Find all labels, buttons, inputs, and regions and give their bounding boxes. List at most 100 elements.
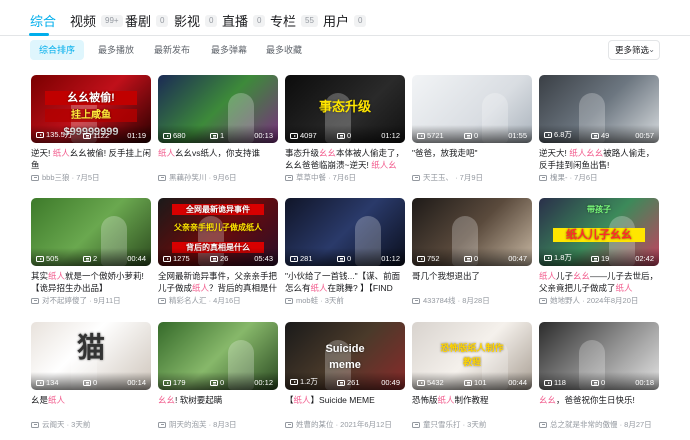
video-thumbnail[interactable]: 5721 0 01:55 [412,75,532,143]
video-thumbnail[interactable]: 118 0 00:18 [539,322,659,390]
tab-label: 用户 [323,14,350,29]
title-text: 恐怖版 [412,395,438,405]
video-title[interactable]: 事态升级幺幺本体被人偷走了，幺幺爸爸临崩溃~逆天! 纸人幺幺 [285,147,405,171]
video-duration: 02:42 [635,254,654,263]
play-count-value: 118 [554,378,566,387]
video-thumbnail[interactable]: 505 2 00:44 [31,198,151,266]
uploader-name[interactable]: 433784线 [423,295,456,306]
uploader-name[interactable]: 姓曹的某位 [296,419,334,430]
video-thumbnail[interactable]: 全网最新诡异事件父亲亲手把儿子做成纸人背后的真相是什么12752605:43 [158,198,278,266]
video-title[interactable]: 幺幺，爸爸祝你生日快乐! [539,394,659,406]
video-card[interactable]: 幺幺被偷!挂上咸鱼$99999999135.5万112201:19逆天! 纸人幺… [31,75,151,187]
publish-date: 3天前 [467,420,487,429]
uploader-name[interactable]: mob蛙 [296,295,318,306]
title-keyword-highlight: 纸人 [615,283,633,293]
title-text: ! 软树要起瞒 [175,395,223,405]
title-keyword-highlight: 纸人 [293,395,311,405]
uploader-name[interactable]: 黑藕孙笑川 [169,172,207,183]
video-title[interactable]: 逆天! 纸人幺幺被偷! 反手挂上闲鱼 [31,147,151,171]
video-title[interactable]: 纸人幺幺vs纸人，你支持谁 [158,147,278,159]
title-text: 哥几个我想退出了 [412,271,481,281]
video-thumbnail[interactable]: 猫 134 0 00:14 [31,322,151,390]
video-thumbnail[interactable]: 带孩子 纸人儿子幺幺 1.8万 19 02:42 [539,198,659,266]
tab-count: 0 [156,14,169,27]
tab-all[interactable]: 综合 [30,11,56,30]
sort-most-played[interactable]: 最多播放 [89,40,143,60]
meta-separator: · [333,420,341,429]
video-card[interactable]: 118 0 00:18 幺幺，爸爸祝你生日快乐! 总之就是非常的傲慢 · 8月27日 [539,322,659,434]
uploader-name[interactable]: 草草中餐 [296,172,326,183]
video-title[interactable]: 幺是纸人 [31,394,151,406]
video-title[interactable]: 幺幺! 软树要起瞒 [158,394,278,406]
danmaku-count-value: 101 [474,378,487,387]
video-title[interactable]: 逆天大! 纸人幺幺被路人偷走，反手挂到闲鱼出售! [539,147,659,171]
publish-date: 4月16日 [213,296,241,305]
uploader-name[interactable]: 她地野人 [550,295,580,306]
play-icon [417,379,425,386]
video-card[interactable]: 带孩子 纸人儿子幺幺 1.8万 19 02:42 纸人儿子幺幺——儿子去世后，父亲竟把儿子… [539,198,659,310]
title-text: 逆天! [31,148,53,158]
sort-newest[interactable]: 最新发布 [145,40,199,60]
uploader-name[interactable]: 阴天的泡芙 [169,419,207,430]
video-title[interactable]: 其实纸人就是一个傲娇小萝莉! 【诡异招生办出品】 [31,270,151,294]
video-thumbnail[interactable]: 680 1 00:13 [158,75,278,143]
video-thumbnail[interactable]: 事态升级 4097 0 01:12 [285,75,405,143]
tab-bangumi[interactable]: 番剧 0 [125,11,169,30]
uploader-name[interactable]: 对不起婷傻了 [42,295,87,306]
thumbnail-caption: 幺幺被偷! [45,91,137,105]
tab-film[interactable]: 影视 0 [174,11,218,30]
sort-most-danmaku[interactable]: 最多弹幕 [202,40,256,60]
uploader-name[interactable]: 槐果- [550,172,568,183]
video-thumbnail[interactable]: 恐怖版纸人制作 教程 5432 101 00:44 [412,322,532,390]
video-title[interactable]: 【纸人】Suicide MEME [285,394,405,406]
video-title[interactable]: 恐怖版纸人制作教程 [412,394,532,406]
video-thumbnail[interactable]: Suicide meme 1.2万 261 00:49 [285,322,405,390]
video-card[interactable]: 6.8万 49 00:57 逆天大! 纸人幺幺被路人偷走，反手挂到闲鱼出售! 槐果- ·… [539,75,659,187]
video-title[interactable]: 哥几个我想退出了 [412,270,532,282]
sort-most-favorites[interactable]: 最多收藏 [257,40,311,60]
video-card[interactable]: 事态升级 4097 0 01:12 事态升级幺幺本体被人偷走了，幺幺爸爸临崩溃~逆天! … [285,75,405,187]
publish-date: 7月5日 [76,173,100,182]
tab-user[interactable]: 用户 0 [323,11,367,30]
play-count: 134 [36,378,59,387]
video-card[interactable]: 281 0 01:12 "小伙给了一首钱..."【谋、前面怎么有纸人在跳舞? 】【FI… [285,198,405,310]
uploader-name[interactable]: 天王玉、 [423,172,453,183]
video-thumbnail[interactable]: 179 0 00:12 [158,322,278,390]
title-text: 制作教程 [454,395,489,405]
video-thumbnail[interactable]: 281 0 01:12 [285,198,405,266]
video-card[interactable]: 恐怖版纸人制作 教程 5432 101 00:44 恐怖版纸人制作教程 童只雪乐打 · 3天… [412,322,532,434]
video-title[interactable]: 全网最新诡异事件，父亲亲手把儿子做成纸人？背后的真相是什么？ [158,270,278,294]
video-title[interactable]: 纸人儿子幺幺——儿子去世后，父亲竟把儿子做成了纸人 [539,270,659,294]
video-card[interactable]: Suicide meme 1.2万 261 00:49 【纸人】Suicide MEME 姓… [285,322,405,434]
sort-comprehensive[interactable]: 综合排序 [30,40,85,60]
tab-live[interactable]: 直播 0 [222,11,266,30]
uploader-icon [412,174,420,181]
tab-video[interactable]: 视频 99+ [70,11,123,30]
video-thumbnail[interactable]: 6.8万 49 00:57 [539,75,659,143]
danmaku-count-value: 1122 [93,131,110,140]
play-count: 1.2万 [290,376,318,387]
tab-column[interactable]: 专栏 55 [270,11,318,30]
uploader-name[interactable]: bbb三狼 [42,172,70,183]
video-title[interactable]: "小伙给了一首钱..."【谋、前面怎么有纸人在跳舞? 】【FIND C... [285,270,405,294]
uploader-name[interactable]: 精彩名人汇 [169,295,207,306]
video-card[interactable]: 505 2 00:44 其实纸人就是一个傲娇小萝莉! 【诡异招生办出品】 对不起婷傻了 … [31,198,151,310]
video-thumbnail[interactable]: 幺幺被偷!挂上咸鱼$99999999135.5万112201:19 [31,75,151,143]
more-filter-button[interactable]: 更多筛选 ⌄ [608,40,660,60]
video-card[interactable]: 752 0 00:47 哥几个我想退出了 433784线 · 8月28日 [412,198,532,310]
video-title[interactable]: "爸爸，放我走吧" [412,147,532,159]
play-icon [290,255,298,262]
video-card[interactable]: 680 1 00:13 纸人幺幺vs纸人，你支持谁 黑藕孙笑川 · 9月6日 [158,75,278,187]
video-duration: 01:19 [127,131,146,140]
video-card[interactable]: 猫 134 0 00:14 幺是纸人 云阁天 · 3天前 [31,322,151,434]
uploader-name[interactable]: 总之就是非常的傲慢 [550,419,618,430]
uploader-name[interactable]: 童只雪乐打 [423,419,461,430]
uploader-name[interactable]: 云阁天 [42,419,65,430]
video-meta: 总之就是非常的傲慢 · 8月27日 [539,419,659,430]
video-card[interactable]: 全网最新诡异事件父亲亲手把儿子做成纸人背后的真相是什么12752605:43 全网… [158,198,278,310]
video-thumbnail[interactable]: 752 0 00:47 [412,198,532,266]
tab-count: 55 [301,14,318,27]
play-count-value: 505 [46,254,59,263]
video-card[interactable]: 179 0 00:12 幺幺! 软树要起瞒 阴天的泡芙 · 8月3日 [158,322,278,434]
video-card[interactable]: 5721 0 01:55 "爸爸，放我走吧" 天王玉、 · 7月9日 [412,75,532,187]
